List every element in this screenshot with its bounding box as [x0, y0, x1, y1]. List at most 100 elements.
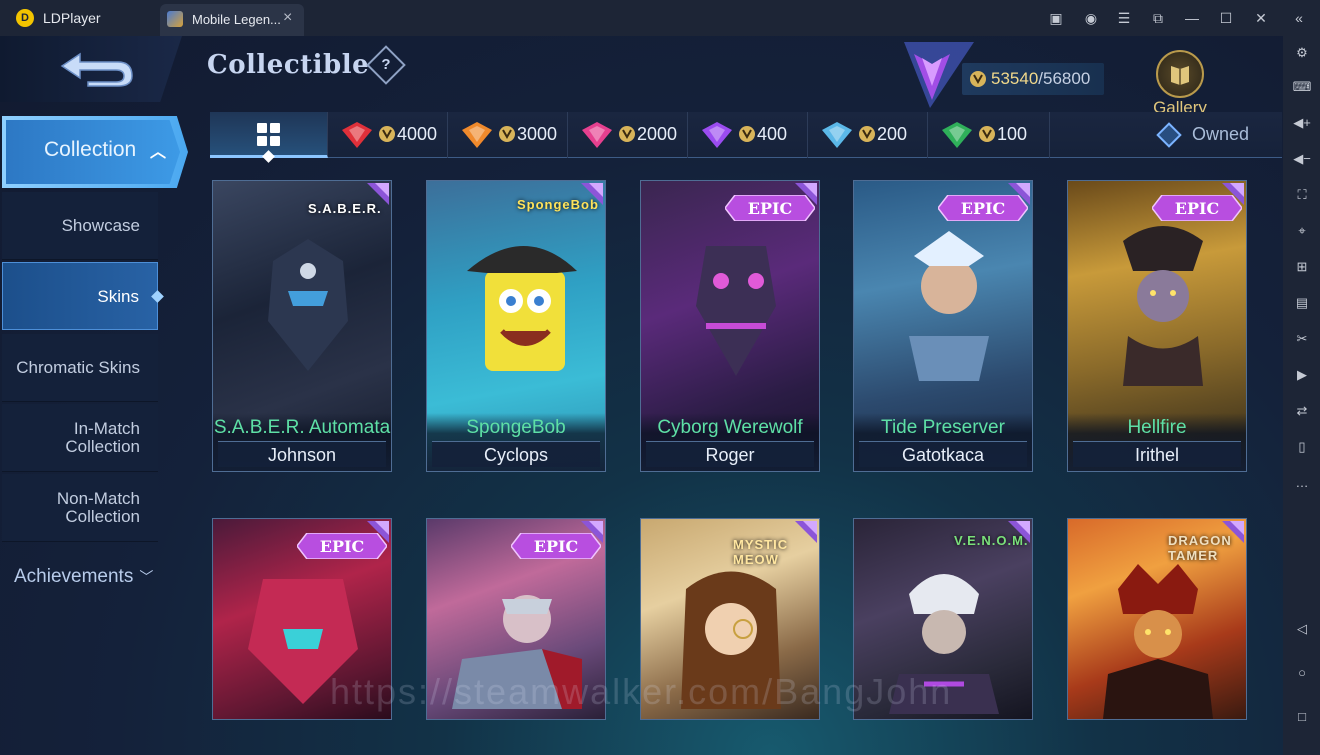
coin-icon	[970, 71, 986, 87]
record-icon[interactable]: ▶	[1291, 364, 1313, 386]
filter-price-label: 3000	[517, 124, 558, 144]
red-gem-icon	[342, 122, 372, 148]
hero-portrait	[696, 246, 776, 376]
hero-name: Roger	[705, 445, 755, 465]
blue-gem-icon	[822, 122, 852, 148]
nav-achievements-label: Achievements	[14, 566, 134, 587]
coin-icon	[739, 126, 755, 142]
filter-price-0[interactable]: 4000	[328, 112, 448, 158]
account-icon[interactable]: ◉	[1081, 8, 1101, 28]
back-arrow-icon	[60, 52, 133, 87]
corner-gem-icon	[1008, 521, 1030, 543]
right-toolbar: ⚙ ⌨ ◀+ ◀− ⛶ ⌖ ⊞ ▤ ✂ ▶ ⇄ ▯ … ◁ ○ □	[1283, 36, 1320, 755]
filter-price-4[interactable]: 200	[808, 112, 928, 158]
green-gem-icon	[942, 122, 972, 148]
corner-gem-icon	[1222, 521, 1244, 543]
skin-name: SpongeBob	[466, 417, 566, 438]
hero-name: Johnson	[267, 445, 337, 465]
corner-gem-icon	[367, 521, 389, 543]
skin-card[interactable]: EPIC Cyborg Werewolf Roger	[640, 180, 820, 472]
nav-collection[interactable]: Collection ︿	[0, 116, 188, 188]
more-icon[interactable]: …	[1291, 472, 1313, 494]
volume-up-icon[interactable]: ◀+	[1291, 112, 1313, 134]
nav-item-label: Showcase	[61, 216, 140, 235]
keyboard-icon[interactable]: ⌨	[1291, 76, 1313, 98]
add-instance-icon[interactable]: ⊞	[1291, 256, 1313, 278]
nav-item-chromatic-skins[interactable]: Chromatic Skins	[2, 334, 158, 402]
nav-collection-label: Collection	[44, 138, 137, 161]
coin-icon	[859, 126, 875, 142]
corner-gem-icon	[795, 521, 817, 543]
maximize-icon[interactable]: ☐	[1216, 8, 1236, 28]
hero-name: Gatotkaca	[901, 445, 985, 465]
skin-card[interactable]: S.A.B.E.R. S.A.B.E.R. Automata Johnson	[212, 180, 392, 472]
filter-all[interactable]	[210, 112, 328, 163]
filter-price-5[interactable]: 100	[928, 112, 1050, 158]
help-glyph: ?	[381, 56, 391, 73]
skin-card[interactable]: EPIC Hellfire Irithel	[1067, 180, 1247, 472]
ldplayer-logo-icon: D	[16, 9, 34, 27]
skin-card[interactable]: EPIC Tide Preserver Gatotkaca	[853, 180, 1033, 472]
coin-icon	[619, 126, 635, 142]
grid-icon	[257, 123, 281, 147]
filter-price-3[interactable]: 400	[688, 112, 808, 158]
sync-icon[interactable]: ⇄	[1291, 400, 1313, 422]
title-bar: D LDPlayer Mobile Legen... × ▣ ◉ ☰ ⧉ — ☐…	[0, 0, 1320, 36]
scissors-icon[interactable]: ✂	[1291, 328, 1313, 350]
collapse-sidebar-icon[interactable]: «	[1289, 8, 1309, 28]
nav-item-showcase[interactable]: Showcase	[2, 192, 158, 260]
filter-price-2[interactable]: 2000	[568, 112, 688, 158]
back-button[interactable]	[0, 36, 182, 102]
close-icon[interactable]: ✕	[1251, 8, 1271, 28]
tab-label: Mobile Legen...	[192, 12, 281, 27]
apk-install-icon[interactable]: ▤	[1291, 292, 1313, 314]
menu-icon[interactable]: ☰	[1114, 8, 1134, 28]
settings-icon[interactable]: ⚙	[1291, 42, 1313, 64]
filter-price-1[interactable]: 3000	[448, 112, 568, 158]
collection-score: 53540/56800	[962, 63, 1104, 95]
corner-gem-icon	[367, 183, 389, 205]
fullscreen-icon[interactable]: ⛶	[1291, 184, 1313, 206]
pink-gem-icon	[582, 122, 612, 148]
nav-achievements[interactable]: Achievements ﹀	[14, 566, 153, 588]
app-name: LDPlayer	[43, 10, 101, 26]
filter-price-label: 200	[877, 124, 908, 144]
location-icon[interactable]: ⌖	[1291, 220, 1313, 242]
active-indicator-icon	[151, 290, 164, 303]
skin-name: Cyborg Werewolf	[657, 417, 803, 438]
nav-item-label: Skins	[97, 287, 139, 306]
store-icon[interactable]: ▣	[1046, 8, 1066, 28]
skin-card[interactable]: SpongeBob SpongeBob Cyclops	[426, 180, 606, 472]
help-icon[interactable]: ?	[366, 45, 406, 85]
popout-icon[interactable]: ⧉	[1148, 8, 1168, 28]
coin-icon	[379, 126, 395, 142]
nav-item-non-match-collection[interactable]: Non-Match Collection	[2, 474, 158, 542]
hero-name: Cyclops	[483, 445, 549, 465]
filter-price-label: 4000	[397, 124, 438, 144]
gallery-button[interactable]: Gallery	[1152, 48, 1208, 117]
nav-item-skins[interactable]: Skins	[2, 262, 164, 330]
price-filter-bar: 4000 3000 2000 400 200 100 Owned	[210, 112, 1282, 163]
android-home-icon[interactable]: ○	[1291, 662, 1313, 684]
tab-mobile-legends[interactable]: Mobile Legen... ×	[160, 4, 304, 36]
minimize-icon[interactable]: —	[1182, 8, 1202, 28]
corner-gem-icon	[1222, 183, 1244, 205]
owned-label: Owned	[1192, 124, 1250, 144]
filter-price-label: 2000	[637, 124, 678, 144]
skin-name: S.A.B.E.R. Automata	[213, 417, 391, 438]
hero-portrait	[1103, 564, 1213, 719]
coin-icon	[499, 126, 515, 142]
android-recents-icon[interactable]: □	[1291, 706, 1313, 728]
hero-portrait	[909, 231, 989, 381]
score-current: 53540	[991, 69, 1039, 88]
android-back-icon[interactable]: ◁	[1291, 618, 1313, 640]
multi-window-icon[interactable]: ▯	[1291, 436, 1313, 458]
skin-card[interactable]: DRAGON TAMER	[1067, 518, 1247, 720]
page-title: Collectible	[207, 50, 370, 80]
nav-item-label: Non-Match Collection	[56, 489, 140, 526]
volume-down-icon[interactable]: ◀−	[1291, 148, 1313, 170]
nav-item-in-match-collection[interactable]: In-Match Collection	[2, 404, 158, 472]
tab-close-icon[interactable]: ×	[283, 9, 292, 27]
purple-gem-icon	[702, 122, 732, 148]
filter-price-label: 400	[757, 124, 788, 144]
